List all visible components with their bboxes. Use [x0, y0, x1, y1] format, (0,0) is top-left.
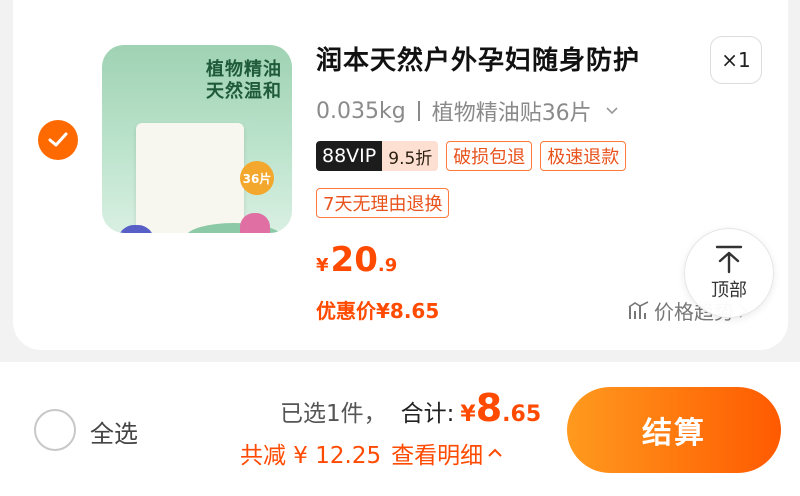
- service-tag: 破损包退: [446, 141, 533, 171]
- back-to-top-button[interactable]: 顶部: [684, 228, 774, 318]
- total-integer: 8: [475, 386, 503, 430]
- sku-selector[interactable]: 0.035kg 植物精油贴36片: [316, 95, 618, 127]
- image-mascot-right: [240, 213, 270, 233]
- back-to-top-label: 顶部: [711, 280, 747, 301]
- vip-tag: 88VIP 9.5折: [316, 141, 439, 171]
- promo-price: 优惠价¥8.65: [316, 299, 440, 323]
- item-price: ¥ 20 .9: [316, 240, 397, 280]
- price-decimal: .9: [377, 255, 398, 276]
- trend-chart-icon: [628, 300, 649, 319]
- product-title[interactable]: 润本天然户外孕妇随身防护: [316, 40, 640, 77]
- vip-discount: 9.5折: [382, 141, 439, 171]
- price-currency: ¥: [316, 255, 329, 276]
- spec-weight: 0.035kg: [316, 98, 406, 124]
- arrow-up-icon: [715, 245, 743, 274]
- select-all-label[interactable]: 全选: [90, 414, 138, 449]
- view-detail-label: 查看明细: [391, 443, 484, 469]
- chevron-up-icon: [488, 448, 502, 457]
- price-integer: 20: [330, 240, 378, 280]
- tag-row-1: 88VIP 9.5折 破损包退 极速退款: [316, 141, 627, 171]
- checkout-button[interactable]: 结算: [567, 387, 781, 473]
- spec-variant: 植物精油贴36片: [431, 101, 592, 126]
- discount-amount: 共减 ¥ 12.25: [240, 443, 382, 469]
- image-count-badge: 36片: [240, 161, 274, 195]
- select-all-checkbox[interactable]: [34, 409, 76, 451]
- checkout-bar: 全选 已选1件， 合计: ¥ 8 .65 共减 ¥ 12.25 查看明细 结算: [0, 362, 800, 496]
- discount-row: 共减 ¥ 12.25 查看明细: [240, 436, 503, 470]
- tag-row-2: 7天无理由退换: [316, 188, 450, 218]
- image-tagline: 植物精油 天然温和: [206, 59, 282, 102]
- total-currency: ¥: [460, 402, 476, 427]
- selected-count: 已选1件，: [280, 401, 387, 427]
- total-label: 合计:: [400, 401, 455, 427]
- total-decimal: .65: [502, 402, 542, 427]
- vip-label: 88VIP: [316, 141, 383, 171]
- chevron-down-icon: [606, 103, 618, 119]
- quantity-selector[interactable]: ×1: [710, 36, 762, 84]
- item-checkbox[interactable]: [38, 120, 78, 160]
- order-summary: 已选1件， 合计: ¥ 8 .65: [280, 386, 541, 430]
- spec-divider: [417, 101, 420, 121]
- image-package: [136, 123, 244, 233]
- service-tag: 7天无理由退换: [316, 188, 450, 218]
- product-image[interactable]: 植物精油 天然温和 36片: [102, 45, 292, 233]
- service-tag: 极速退款: [540, 141, 627, 171]
- view-detail-link[interactable]: 查看明细: [391, 436, 503, 470]
- checkmark-icon: [48, 132, 68, 147]
